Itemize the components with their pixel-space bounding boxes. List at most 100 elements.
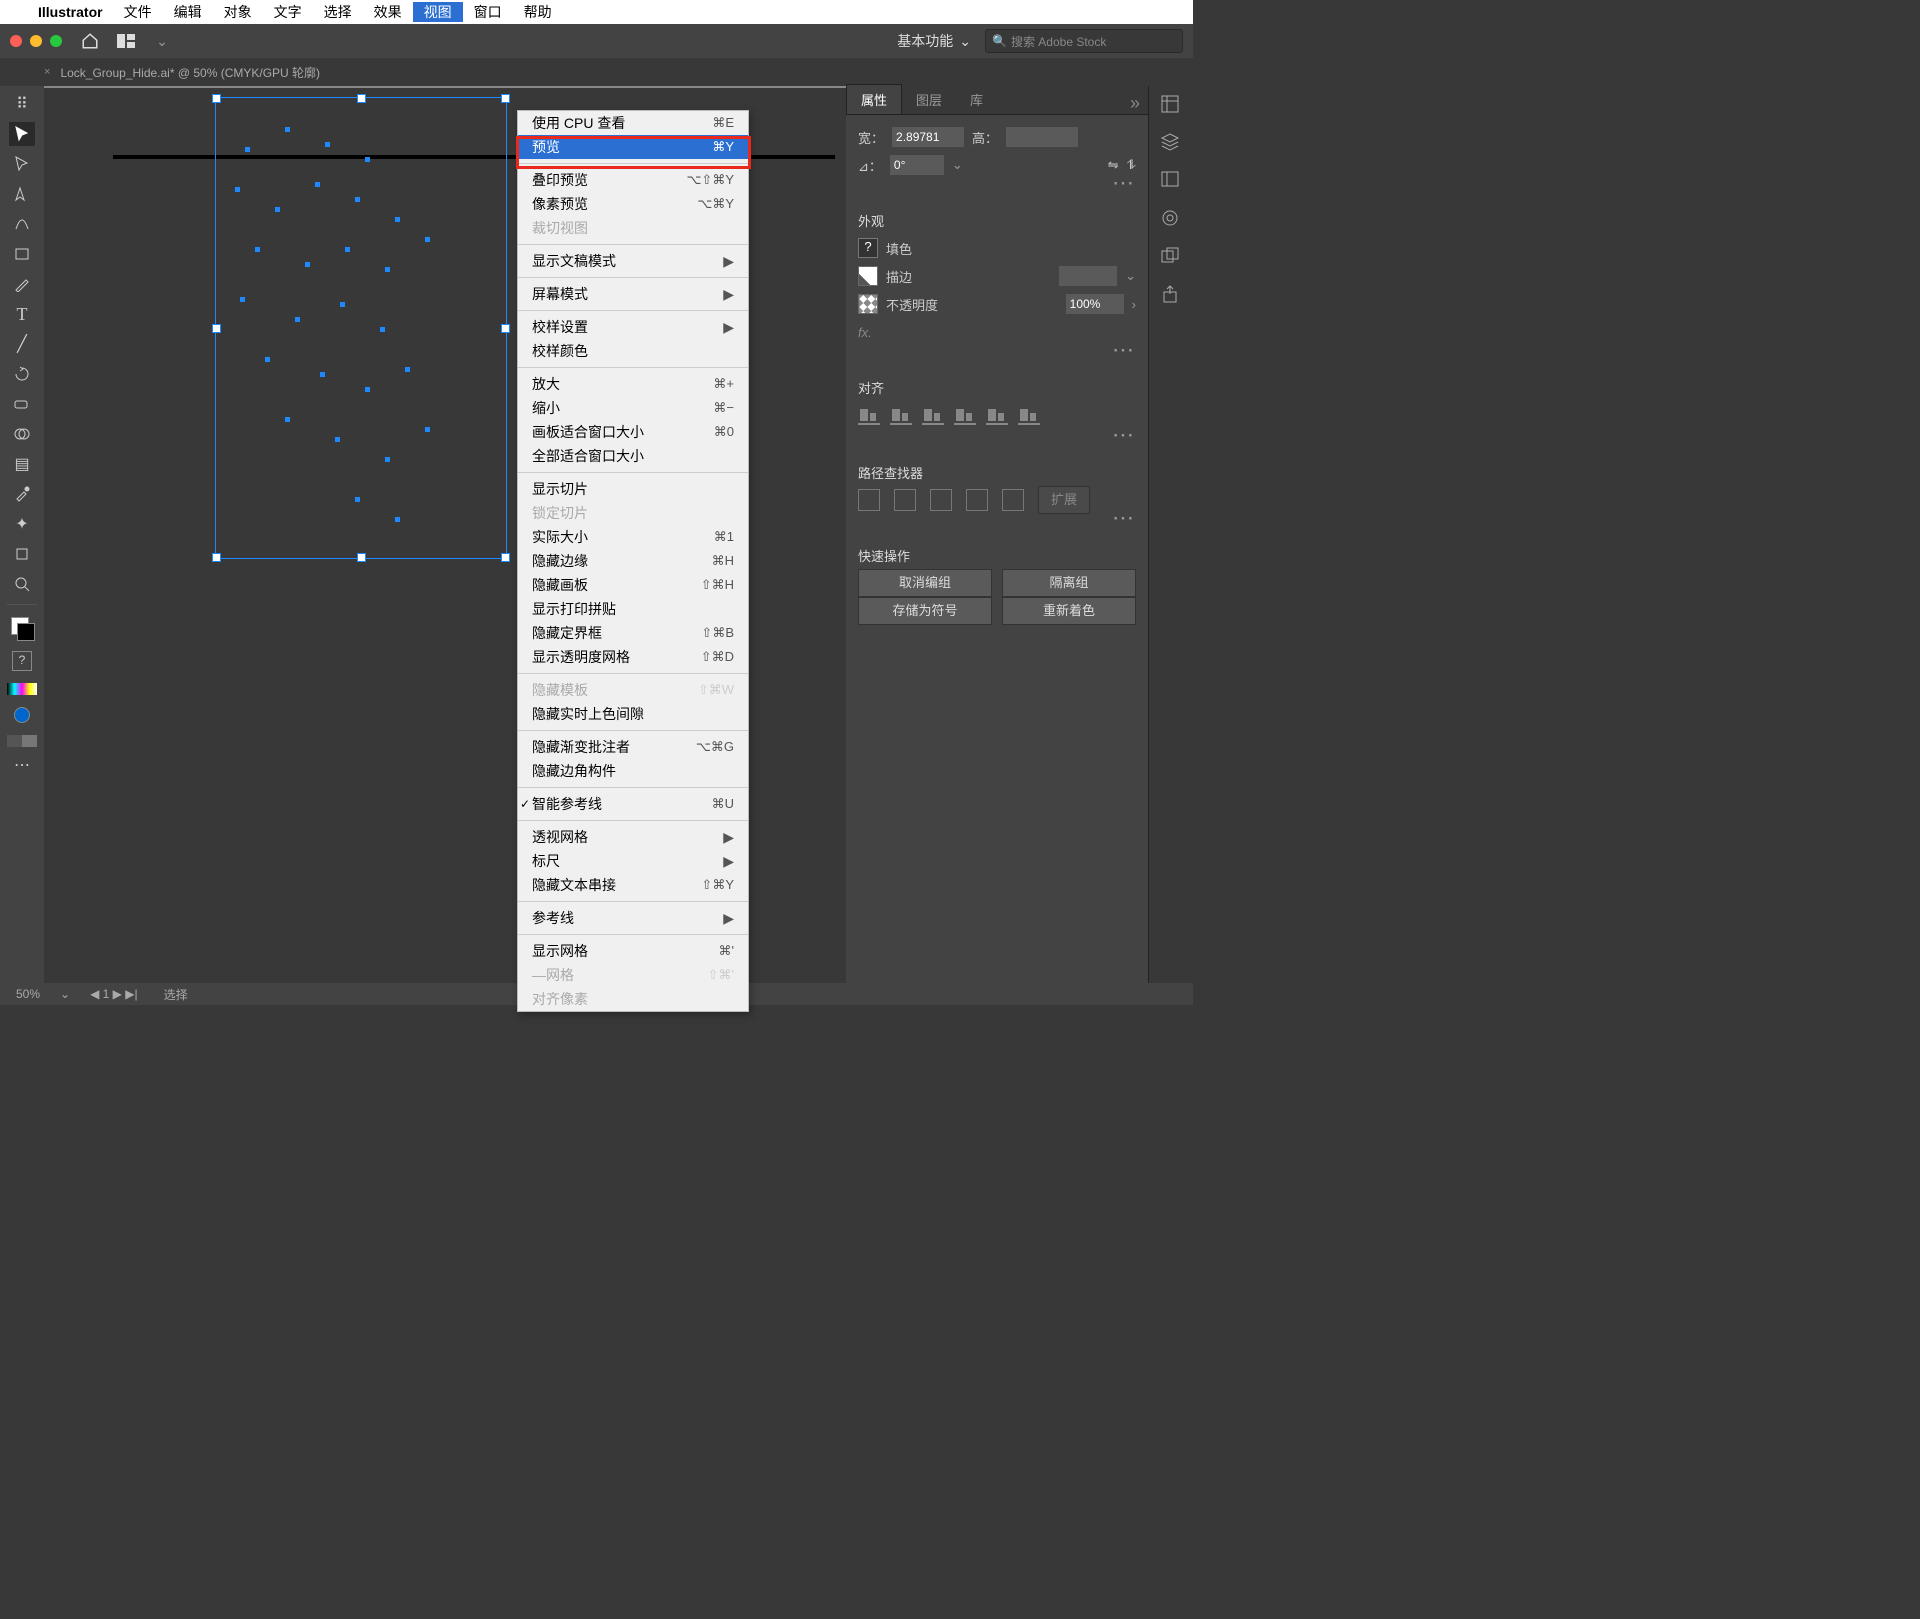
stroke-stepper-icon[interactable]: ⌄ [1125,268,1136,284]
document-tab-title[interactable]: Lock_Group_Hide.ai* @ 50% (CMYK/GPU 轮廓) [60,64,320,81]
menu-item[interactable]: 缩小⌘− [518,396,748,420]
curvature-tool[interactable] [9,212,35,236]
menu-item[interactable]: 画板适合窗口大小⌘0 [518,420,748,444]
angle-stepper-icon[interactable]: ⌄ [952,157,963,173]
rectangle-tool[interactable] [9,242,35,266]
minimize-window-button[interactable] [30,35,42,47]
shape-builder-tool[interactable] [9,422,35,446]
screen-mode-icon[interactable] [7,735,37,747]
menu-item[interactable]: 隐藏画板⇧⌘H [518,573,748,597]
pathfinder-minus-front-button[interactable] [894,489,916,511]
menu-item[interactable]: 显示网格⌘' [518,939,748,963]
menu-item[interactable]: 隐藏文本串接⇧⌘Y [518,873,748,897]
align-top-button[interactable] [954,403,976,425]
menu-object[interactable]: 对象 [213,2,263,22]
artboard-navigator[interactable]: ◀ 1 ▶ ▶| [84,987,143,1001]
menu-item[interactable]: 叠印预览⌥⇧⌘Y [518,168,748,192]
opacity-input[interactable] [1066,294,1124,314]
line-segment-tool[interactable]: ╱ [9,332,35,356]
zoom-tool[interactable] [9,572,35,596]
zoom-level[interactable]: 50% [10,987,46,1001]
help-icon[interactable]: ? [12,651,32,671]
share-icon[interactable] [1160,284,1182,306]
maximize-window-button[interactable] [50,35,62,47]
paintbrush-tool[interactable] [9,272,35,296]
pathfinder-more-icon[interactable]: ⋯ [858,514,1136,522]
artboard-tool[interactable] [9,542,35,566]
appearance-panel-icon[interactable] [1160,208,1182,230]
menu-item[interactable]: 显示切片 [518,477,748,501]
close-window-button[interactable] [10,35,22,47]
dropdown-chevron-icon[interactable]: ⌄ [150,29,174,53]
arrange-documents-icon[interactable] [114,29,138,53]
color-spectrum-icon[interactable] [7,683,37,695]
asset-export-icon[interactable] [1160,246,1182,268]
menu-item[interactable]: 隐藏定界框⇧⌘B [518,621,748,645]
isolate-group-button[interactable]: 隔离组 [1002,569,1136,597]
align-vcenter-button[interactable] [986,403,1008,425]
menu-item[interactable]: 显示文稿模式▶ [518,249,748,273]
layers-panel-icon[interactable] [1160,132,1182,154]
menu-item[interactable]: 标尺▶ [518,849,748,873]
menu-edit[interactable]: 编辑 [163,2,213,22]
panel-tab-layers[interactable]: 图层 [902,85,956,114]
rotate-tool[interactable] [9,362,35,386]
align-hcenter-button[interactable] [890,403,912,425]
free-transform-tool[interactable]: ✦ [9,512,35,536]
type-tool[interactable]: T [9,302,35,326]
menu-item[interactable]: 隐藏渐变批注者⌥⌘G [518,735,748,759]
align-more-icon[interactable]: ⋯ [858,431,1136,439]
menu-item[interactable]: 实际大小⌘1 [518,525,748,549]
opacity-arrow-icon[interactable]: › [1132,297,1136,312]
fill-stroke-swatch[interactable] [11,617,33,639]
app-name[interactable]: Illustrator [28,4,113,20]
search-input[interactable]: 🔍 搜索 Adobe Stock [985,29,1183,53]
recolor-button[interactable]: 重新着色 [1002,597,1136,625]
menu-item[interactable]: 校样设置▶ [518,315,748,339]
align-left-button[interactable] [858,403,880,425]
fill-swatch[interactable]: ? [858,238,878,258]
menu-item[interactable]: ✓智能参考线⌘U [518,792,748,816]
eyedropper-tool[interactable] [9,482,35,506]
menu-file[interactable]: 文件 [113,2,163,22]
menu-effect[interactable]: 效果 [363,2,413,22]
angle-input[interactable] [890,155,944,175]
menu-item[interactable]: 屏幕模式▶ [518,282,748,306]
menu-window[interactable]: 窗口 [463,2,513,22]
menu-item[interactable]: 校样颜色 [518,339,748,363]
panel-tab-properties[interactable]: 属性 [846,84,902,114]
menu-item[interactable]: 显示打印拼贴 [518,597,748,621]
properties-panel-icon[interactable] [1160,94,1182,116]
workspace-switcher[interactable]: 基本功能 ⌄ [883,31,985,51]
menu-item[interactable]: 参考线▶ [518,906,748,930]
align-bottom-button[interactable] [1018,403,1040,425]
stroke-swatch[interactable] [858,266,878,286]
menu-view[interactable]: 视图 [413,2,463,22]
pathfinder-unite-button[interactable] [858,489,880,511]
menu-item[interactable]: 隐藏边缘⌘H [518,549,748,573]
stroke-weight-input[interactable] [1059,266,1117,286]
libraries-panel-icon[interactable] [1160,170,1182,192]
menu-select[interactable]: 选择 [313,2,363,22]
pathfinder-exclude-button[interactable] [966,489,988,511]
height-input[interactable] [1006,127,1078,147]
selection-bounding-box[interactable] [215,97,507,559]
menu-item[interactable]: 隐藏实时上色间隙 [518,702,748,726]
menu-item[interactable]: 显示透明度网格⇧⌘D [518,645,748,669]
eraser-tool[interactable] [9,392,35,416]
color-mode-icon[interactable] [14,707,30,723]
menu-item[interactable]: 全部适合窗口大小 [518,444,748,468]
pathfinder-divide-button[interactable] [1002,489,1024,511]
save-as-symbol-button[interactable]: 存储为符号 [858,597,992,625]
menu-item[interactable]: 像素预览⌥⌘Y [518,192,748,216]
toolbar-grip-icon[interactable]: ⠿ [9,92,35,116]
appearance-more-icon[interactable]: ⋯ [858,346,1136,354]
menu-type[interactable]: 文字 [263,2,313,22]
pathfinder-expand-button[interactable]: 扩展 [1038,486,1090,514]
ungroup-button[interactable]: 取消编组 [858,569,992,597]
pen-tool[interactable] [9,182,35,206]
align-right-button[interactable] [922,403,944,425]
panel-tab-libraries[interactable]: 库 [956,85,997,114]
edit-toolbar-button[interactable]: ⋯ [9,753,35,777]
menu-item[interactable]: 隐藏边角构件 [518,759,748,783]
